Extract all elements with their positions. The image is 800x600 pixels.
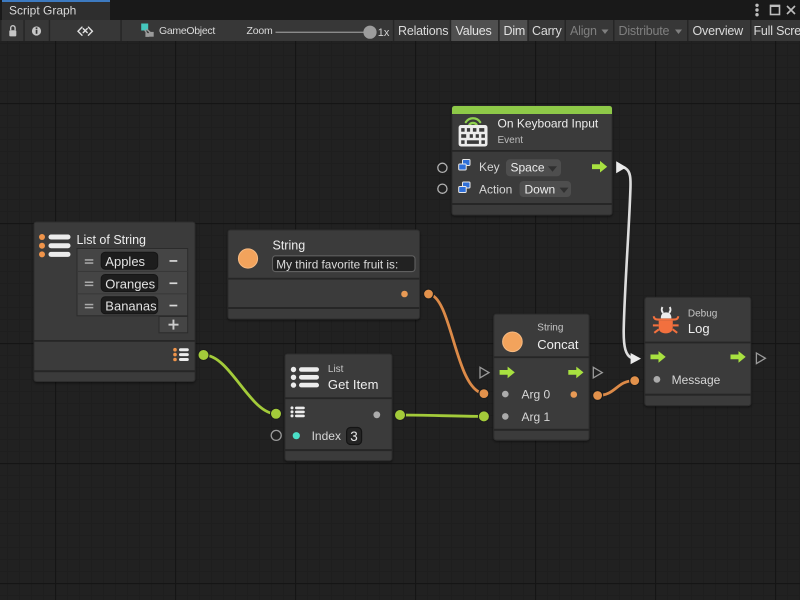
svg-text:Message: Message: [672, 373, 721, 387]
svg-text:List of String: List of String: [77, 233, 147, 247]
svg-text:Arg 1: Arg 1: [522, 410, 551, 424]
svg-text:Apples: Apples: [105, 254, 145, 269]
svg-text:Log: Log: [688, 321, 710, 336]
svg-text:Space: Space: [511, 161, 545, 175]
svg-text:Debug: Debug: [688, 309, 717, 320]
svg-text:Arg 0: Arg 0: [522, 388, 551, 402]
svg-text:Script Graph: Script Graph: [9, 4, 76, 18]
svg-text:Align: Align: [570, 24, 597, 38]
svg-text:String: String: [273, 239, 306, 253]
svg-text:3: 3: [350, 429, 358, 444]
svg-text:Relations: Relations: [398, 24, 448, 38]
svg-text:Event: Event: [498, 135, 524, 146]
svg-text:String: String: [537, 323, 563, 334]
svg-text:On Keyboard Input: On Keyboard Input: [498, 116, 599, 130]
svg-text:Index: Index: [312, 429, 341, 443]
svg-text:Bananas: Bananas: [105, 299, 157, 314]
svg-text:Zoom: Zoom: [247, 25, 273, 37]
svg-text:Oranges: Oranges: [105, 276, 155, 291]
svg-text:Concat: Concat: [537, 337, 579, 352]
svg-text:Full Scree: Full Scree: [754, 24, 800, 38]
svg-text:Down: Down: [525, 182, 556, 196]
svg-text:Overview: Overview: [693, 24, 745, 38]
svg-text:Carry: Carry: [532, 24, 563, 38]
svg-text:1x: 1x: [378, 27, 390, 39]
svg-text:Values: Values: [456, 24, 492, 38]
svg-text:Action: Action: [479, 182, 512, 196]
svg-text:List: List: [328, 364, 344, 375]
svg-text:Get Item: Get Item: [328, 377, 379, 392]
svg-text:GameObject: GameObject: [159, 25, 215, 37]
svg-text:Distribute: Distribute: [619, 24, 670, 38]
svg-text:Key: Key: [479, 160, 500, 174]
svg-text:Dim: Dim: [504, 24, 526, 38]
svg-text:My third favorite fruit is:: My third favorite fruit is:: [276, 257, 398, 271]
